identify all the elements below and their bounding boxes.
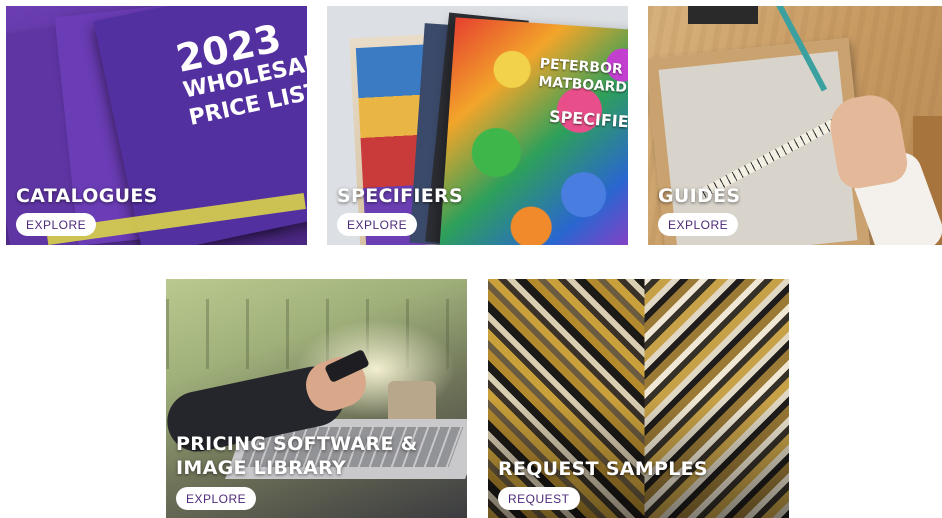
specifiers-tile[interactable]: PETERBOR MATBOARD SPECIFIER SPECIFIERS E… <box>327 6 628 245</box>
guides-title: GUIDES <box>658 185 741 207</box>
catalogues-title: CATALOGUES <box>16 185 158 207</box>
request-samples-title: REQUEST SAMPLES <box>498 458 708 480</box>
request-samples-image <box>488 279 789 518</box>
pricing-software-image <box>166 279 467 518</box>
guides-tile[interactable]: GUIDES EXPLORE <box>648 6 942 245</box>
pricing-software-explore-button[interactable]: EXPLORE <box>176 487 257 510</box>
request-samples-tile[interactable]: REQUEST SAMPLES REQUEST <box>488 279 789 518</box>
guides-image <box>648 6 942 245</box>
catalogues-explore-button[interactable]: EXPLORE <box>16 213 97 236</box>
catalogues-image: 2023 WHOLESALE PRICE LIST <box>6 6 307 245</box>
specifiers-explore-button[interactable]: EXPLORE <box>337 213 418 236</box>
specifiers-image: PETERBOR MATBOARD SPECIFIER <box>327 6 628 245</box>
specifier-cover-brand: PETERBOR MATBOARD <box>538 55 628 97</box>
request-samples-request-button[interactable]: REQUEST <box>498 487 580 510</box>
pricing-software-title: PRICING SOFTWARE & IMAGE LIBRARY <box>176 432 418 480</box>
catalogues-tile[interactable]: 2023 WHOLESALE PRICE LIST CATALOGUES EXP… <box>6 6 307 245</box>
pricing-software-title-line2: IMAGE LIBRARY <box>176 457 347 479</box>
guides-explore-button[interactable]: EXPLORE <box>658 213 739 236</box>
specifiers-title: SPECIFIERS <box>337 185 463 207</box>
pricing-software-tile[interactable]: PRICING SOFTWARE & IMAGE LIBRARY EXPLORE <box>166 279 467 518</box>
pricing-software-title-line1: PRICING SOFTWARE & <box>176 433 418 455</box>
